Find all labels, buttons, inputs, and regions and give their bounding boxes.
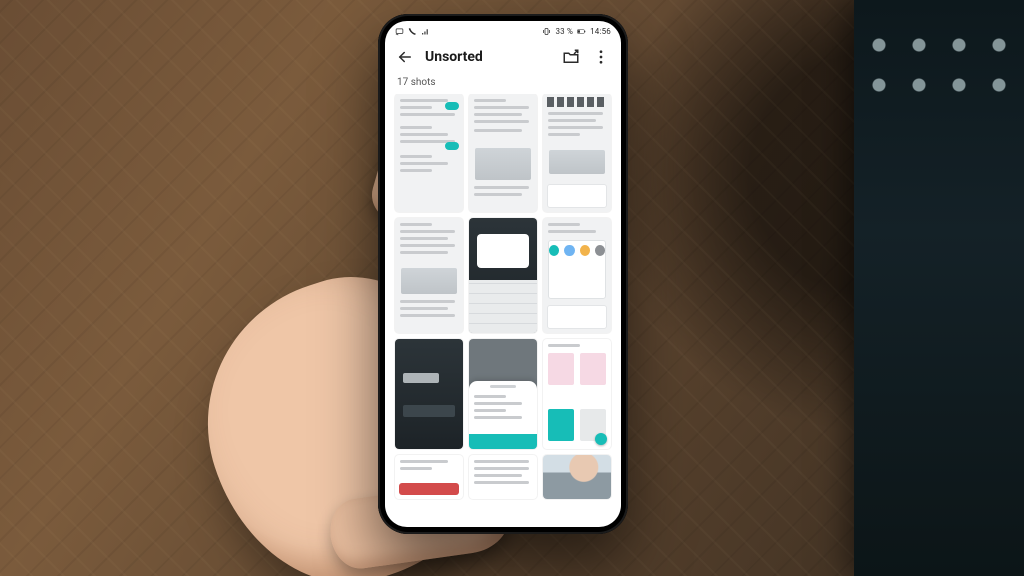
phone-frame: 33 % 14:56 Unsorted 17 shots — [378, 14, 628, 534]
shot-thumbnail[interactable] — [543, 339, 611, 449]
more-vert-icon — [592, 48, 610, 66]
cast-icon — [395, 27, 404, 36]
page-title: Unsorted — [425, 49, 483, 65]
battery-percent: 33 % — [555, 27, 573, 36]
app-bar: Unsorted — [385, 41, 621, 77]
shot-thumbnail[interactable] — [543, 94, 611, 212]
clock: 14:56 — [590, 27, 611, 36]
shot-thumbnail[interactable] — [395, 339, 463, 449]
shot-count: 17 shots — [385, 77, 621, 94]
shot-thumbnail[interactable] — [395, 94, 463, 212]
signal-icon — [421, 27, 430, 36]
overflow-button[interactable] — [591, 47, 611, 67]
shot-thumbnail[interactable] — [543, 455, 611, 499]
status-bar: 33 % 14:56 — [385, 21, 621, 41]
shots-grid[interactable] — [385, 94, 621, 527]
shot-thumbnail[interactable] — [469, 339, 537, 449]
arrow-left-icon — [396, 48, 414, 66]
shot-thumbnail[interactable] — [469, 218, 537, 333]
phone-screen: 33 % 14:56 Unsorted 17 shots — [385, 21, 621, 527]
move-folder-button[interactable] — [561, 47, 581, 67]
shot-thumbnail[interactable] — [469, 455, 537, 499]
back-button[interactable] — [395, 47, 415, 67]
shot-thumbnail[interactable] — [395, 218, 463, 333]
folder-move-icon — [562, 48, 580, 66]
shot-thumbnail[interactable] — [469, 94, 537, 212]
shot-thumbnail[interactable] — [543, 218, 611, 333]
battery-icon — [577, 27, 586, 36]
call-icon — [408, 27, 417, 36]
shot-thumbnail[interactable] — [395, 455, 463, 499]
vibrate-icon — [542, 27, 551, 36]
room-side-panel — [854, 0, 1024, 576]
